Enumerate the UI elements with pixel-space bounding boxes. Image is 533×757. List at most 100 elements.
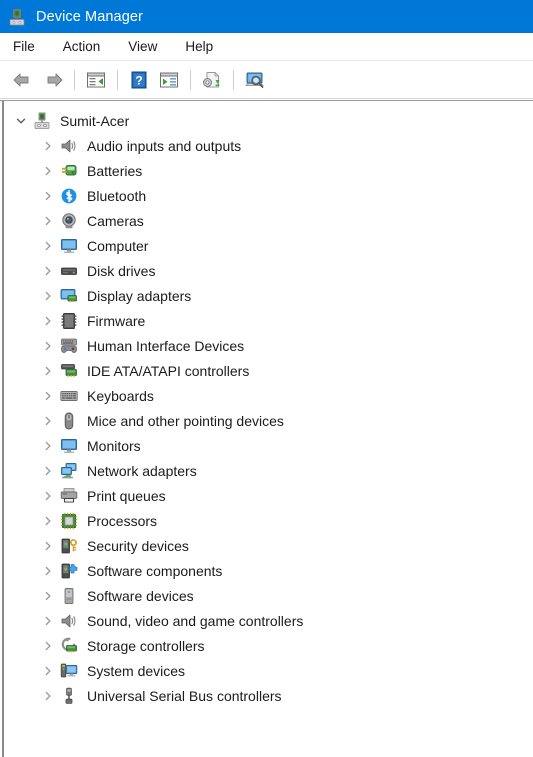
toolbar-scan-hardware[interactable] [240,66,270,94]
chevron-right-icon[interactable] [39,383,57,408]
chevron-right-icon[interactable] [39,233,57,258]
chevron-right-icon[interactable] [39,458,57,483]
chevron-down-icon[interactable] [12,108,30,133]
title-bar: Device Manager [0,0,533,33]
tree-item-mice-and-other-pointing-devices[interactable]: Mice and other pointing devices [6,408,533,433]
chevron-right-icon[interactable] [39,583,57,608]
tree-item-label: Audio inputs and outputs [87,137,242,154]
tree-item-monitors[interactable]: Monitors [6,433,533,458]
show-properties-icon [86,71,106,89]
chevron-right-icon[interactable] [39,683,57,708]
toolbar-show-hidden[interactable] [154,66,184,94]
chevron-right-icon[interactable] [39,158,57,183]
monitor-icon [60,437,78,455]
svg-text:?: ? [135,73,142,87]
toolbar-forward[interactable] [38,66,68,94]
tree-item-audio-inputs-and-outputs[interactable]: Audio inputs and outputs [6,133,533,158]
tree-item-disk-drives[interactable]: Disk drives [6,258,533,283]
toolbar-properties[interactable] [81,66,111,94]
tree-item-label: Universal Serial Bus controllers [87,687,282,704]
tree-item-network-adapters[interactable]: Network adapters [6,458,533,483]
menu-bar: File Action View Help [0,33,533,61]
tree-item-batteries[interactable]: Batteries [6,158,533,183]
chevron-right-icon[interactable] [39,258,57,283]
tree-item-print-queues[interactable]: Print queues [6,483,533,508]
display-adapter-icon [60,287,78,305]
back-arrow-icon [12,71,34,89]
tree-item-bluetooth[interactable]: Bluetooth [6,183,533,208]
chevron-right-icon[interactable] [39,208,57,233]
scan-hardware-changes-icon [244,71,266,89]
system-device-icon [60,662,78,680]
chevron-right-icon[interactable] [39,483,57,508]
tree-item-universal-serial-bus-controllers[interactable]: Universal Serial Bus controllers [6,683,533,708]
tree-item-label: Monitors [87,437,141,454]
tree-item-label: Computer [87,237,149,254]
chevron-right-icon[interactable] [39,183,57,208]
chevron-right-icon[interactable] [39,358,57,383]
tree-item-label: Batteries [87,162,143,179]
tree-item-root-label: Sumit-Acer [60,112,130,129]
menu-view[interactable]: View [128,36,167,57]
tree-item-firmware[interactable]: Firmware [6,308,533,333]
tree-item-label: Storage controllers [87,637,205,654]
computer-device-icon [33,112,51,130]
tree-item-label: Cameras [87,212,144,229]
menu-action[interactable]: Action [63,36,111,57]
tree-item-root[interactable]: Sumit-Acer [6,108,533,133]
chevron-right-icon[interactable] [39,333,57,358]
tree-item-label: Print queues [87,487,166,504]
tree-item-human-interface-devices[interactable]: Human Interface Devices [6,333,533,358]
printer-icon [60,487,78,505]
toolbar-update-driver[interactable] [197,66,227,94]
tree-item-processors[interactable]: Processors [6,508,533,533]
toolbar-separator-1 [74,69,75,90]
menu-file[interactable]: File [13,36,45,57]
toolbar-back[interactable] [8,66,38,94]
chevron-right-icon[interactable] [39,608,57,633]
tree-item-software-devices[interactable]: Software devices [6,583,533,608]
tree-item-computer[interactable]: Computer [6,233,533,258]
storage-controller-icon [60,637,78,655]
chevron-right-icon[interactable] [39,633,57,658]
tree-item-system-devices[interactable]: System devices [6,658,533,683]
chevron-right-icon[interactable] [39,408,57,433]
toolbar-separator-3 [190,69,191,90]
window-title: Device Manager [36,8,143,25]
software-component-icon [60,562,78,580]
hid-gamepad-icon [60,337,78,355]
device-tree: Sumit-Acer Audio inputs and outputs Batt… [6,108,533,757]
menu-help[interactable]: Help [185,36,223,57]
tree-item-label: Bluetooth [87,187,147,204]
tree-item-ide-ata-atapi-controllers[interactable]: IDE ATA/ATAPI controllers [6,358,533,383]
software-device-icon [60,587,78,605]
chevron-right-icon[interactable] [39,533,57,558]
tree-item-keyboards[interactable]: Keyboards [6,383,533,408]
tree-item-software-components[interactable]: Software components [6,558,533,583]
chevron-right-icon[interactable] [39,308,57,333]
toolbar: ? [0,61,533,99]
chevron-right-icon[interactable] [39,508,57,533]
toolbar-help[interactable]: ? [124,66,154,94]
chevron-right-icon[interactable] [39,558,57,583]
update-driver-icon [202,71,222,89]
chevron-right-icon[interactable] [39,433,57,458]
processor-icon [60,512,78,530]
tree-item-label: Sound, video and game controllers [87,612,304,629]
pane-left-border [2,101,4,757]
battery-icon [60,162,78,180]
tree-item-display-adapters[interactable]: Display adapters [6,283,533,308]
tree-item-label: Processors [87,512,158,529]
tree-item-sound-video-and-game-controllers[interactable]: Sound, video and game controllers [6,608,533,633]
chevron-right-icon[interactable] [39,133,57,158]
usb-icon [60,687,78,705]
chevron-right-icon[interactable] [39,283,57,308]
speaker-icon [60,612,78,630]
tree-item-label: Firmware [87,312,146,329]
chevron-right-icon[interactable] [39,658,57,683]
device-manager-icon [8,8,26,26]
tree-item-security-devices[interactable]: Security devices [6,533,533,558]
tree-item-label: System devices [87,662,186,679]
tree-item-storage-controllers[interactable]: Storage controllers [6,633,533,658]
tree-item-cameras[interactable]: Cameras [6,208,533,233]
